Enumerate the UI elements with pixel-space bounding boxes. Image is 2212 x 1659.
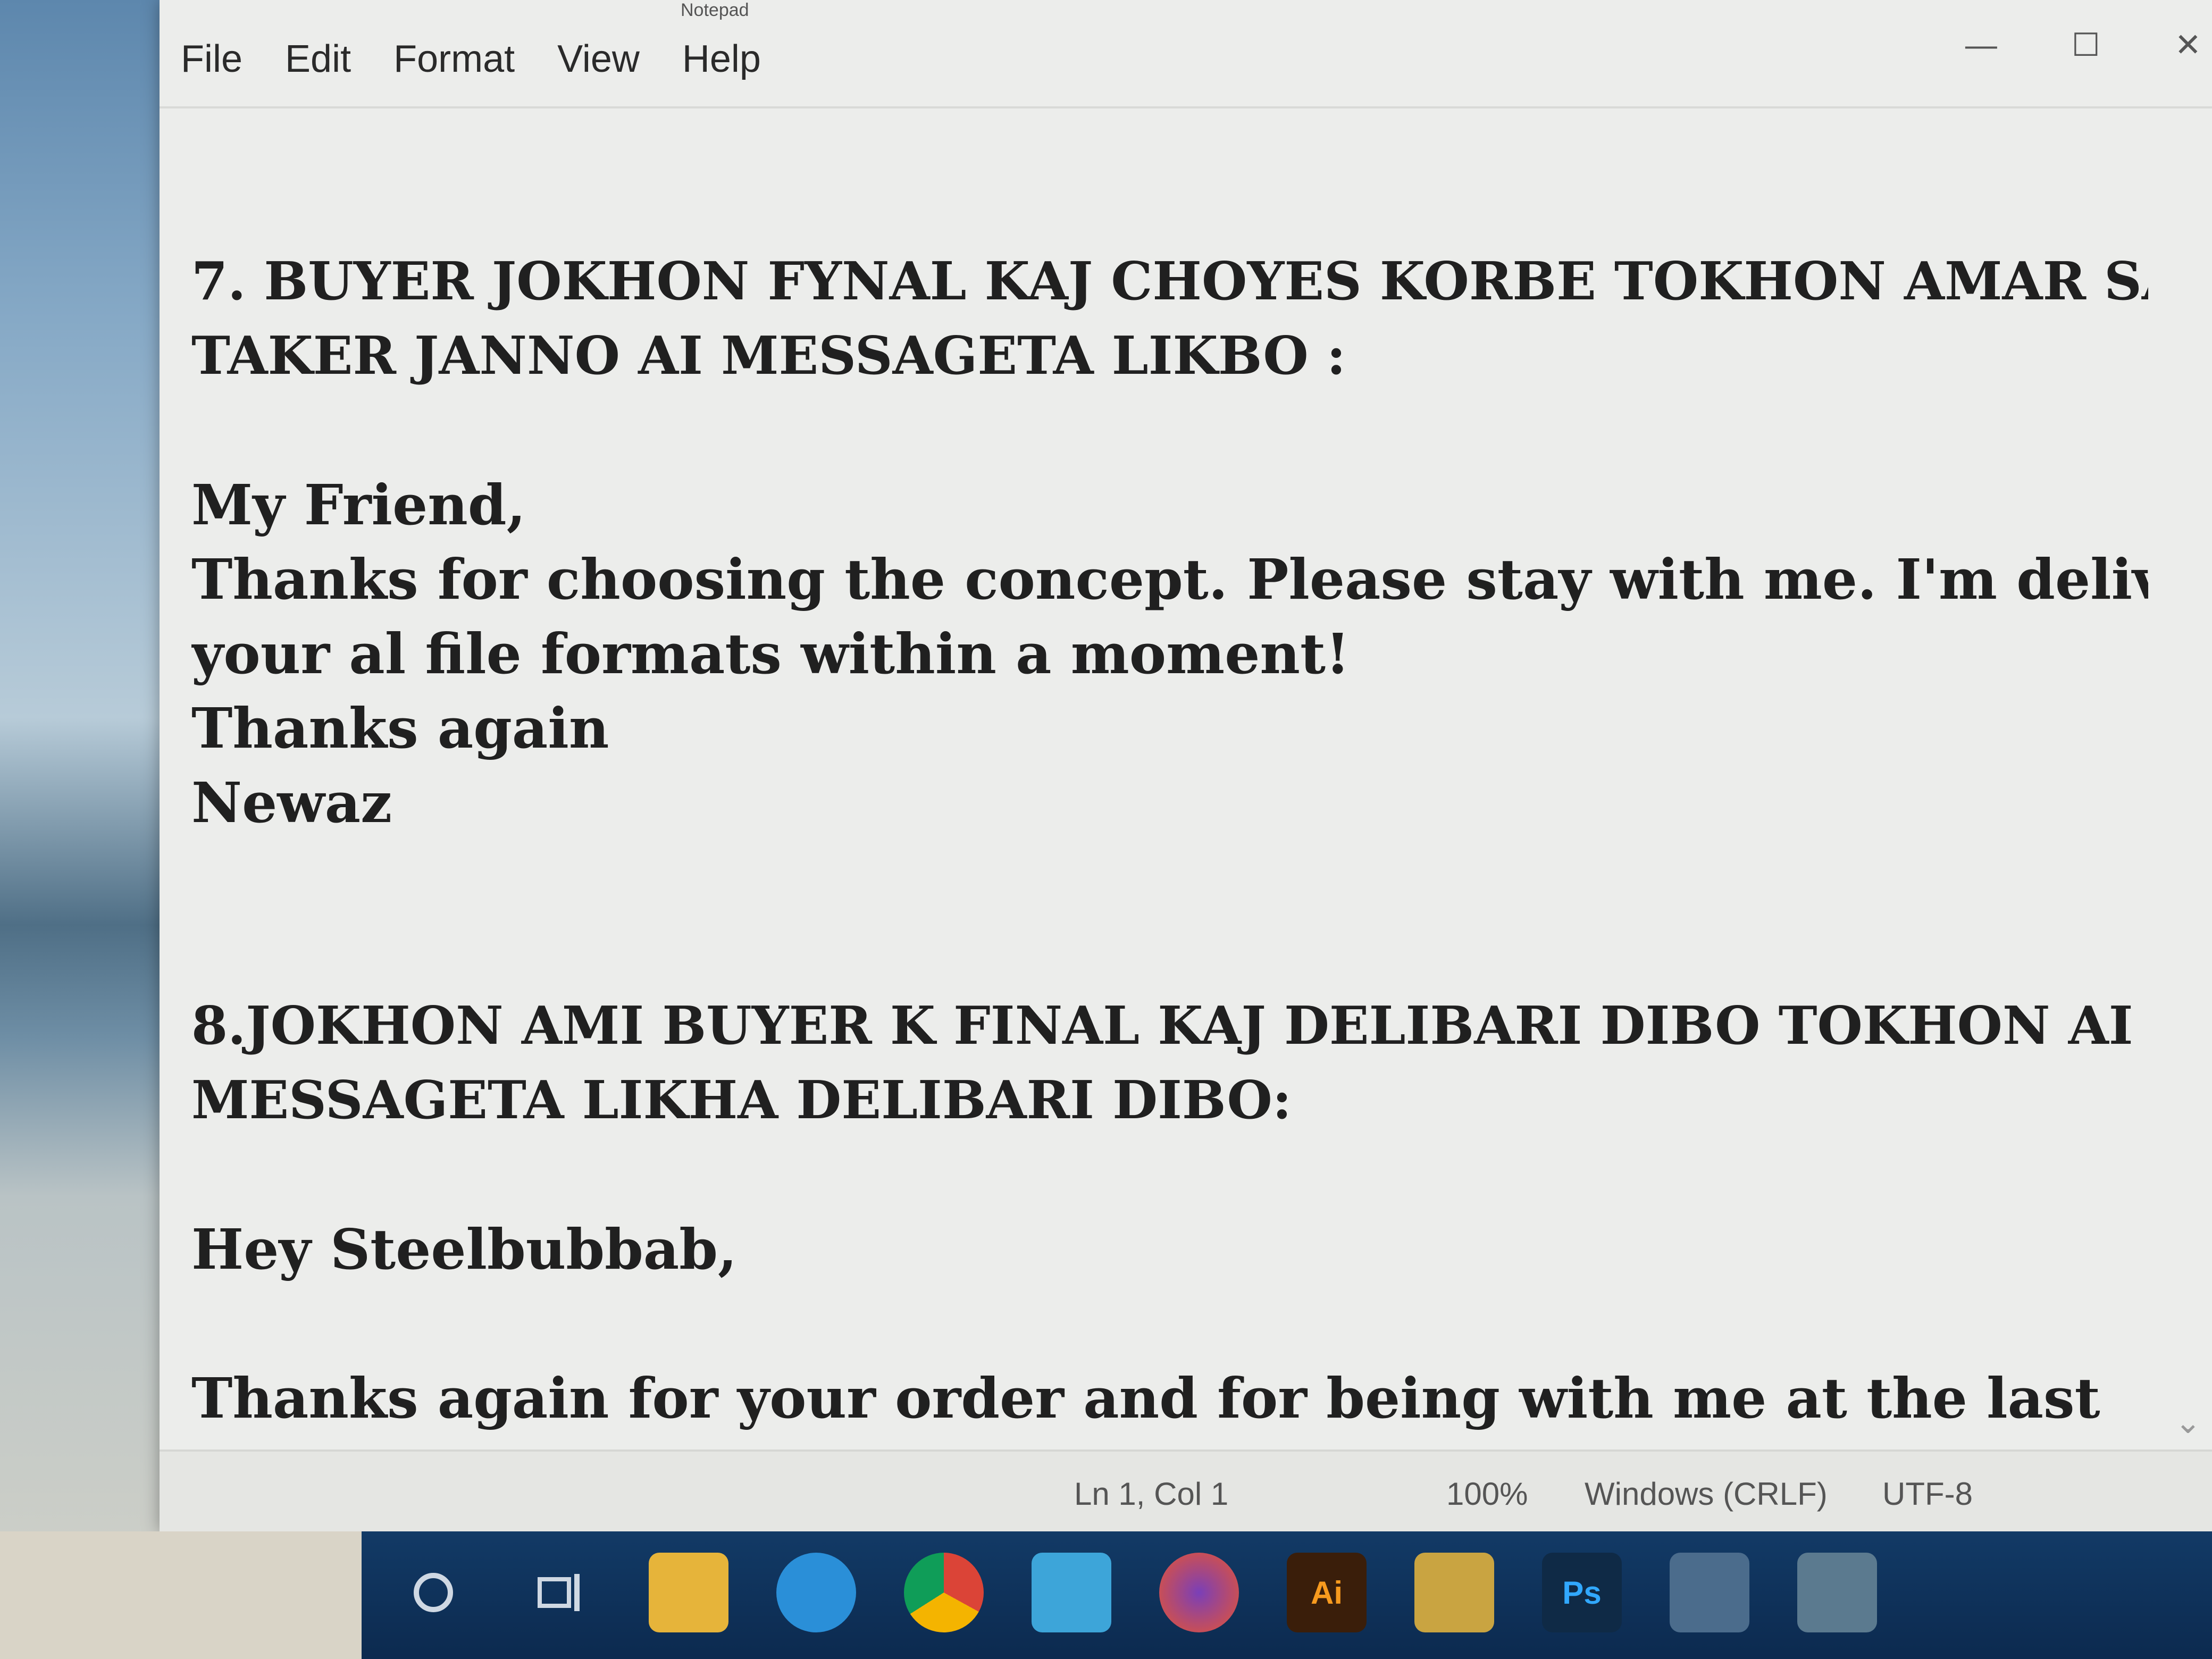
doc-line: Thanks for choosing the concept. Please …	[191, 547, 2148, 612]
minimize-icon[interactable]: —	[1965, 27, 1997, 64]
window-controls: — ☐ ✕	[1965, 27, 2201, 64]
maximize-icon[interactable]: ☐	[2072, 27, 2100, 64]
menu-bar: File Edit Format View Help	[181, 37, 761, 81]
store-icon[interactable]	[1414, 1553, 1494, 1632]
doc-line: Thanks again	[191, 696, 609, 761]
mail-icon[interactable]	[1032, 1553, 1111, 1632]
menu-view[interactable]: View	[557, 37, 640, 81]
doc-line: MESSAGETA LIKHA DELIBARI DIBO:	[191, 1070, 1292, 1131]
menu-format[interactable]: Format	[393, 37, 515, 81]
doc-line: Thanks again for your order and for bein…	[191, 1365, 2100, 1431]
photoshop-icon[interactable]: Ps	[1542, 1553, 1622, 1632]
line-ending: Windows (CRLF)	[1585, 1476, 1828, 1512]
encoding: UTF-8	[1882, 1476, 1973, 1512]
taskbar-icons: Ai Ps	[393, 1553, 1877, 1632]
menu-help[interactable]: Help	[682, 37, 761, 81]
menu-divider	[160, 106, 2212, 108]
app-icon-2[interactable]	[1797, 1553, 1877, 1632]
notepad-window: Notepad — ☐ ✕ File Edit Format View Help…	[160, 0, 2212, 1531]
zoom-level: 100%	[1446, 1476, 1528, 1512]
edge-icon[interactable]	[776, 1553, 856, 1632]
status-bar: Ln 1, Col 1 100% Windows (CRLF) UTF-8	[160, 1449, 2212, 1531]
title-bar: Notepad	[160, 0, 2212, 21]
illustrator-icon[interactable]: Ai	[1287, 1553, 1367, 1632]
doc-line: TAKER JANNO AI MESSAGETA LIKBO :	[191, 325, 1346, 387]
window-title: Notepad	[681, 0, 749, 20]
text-editor[interactable]: 7. BUYER JOKHON FYNAL KAJ CHOYES KORBE T…	[191, 245, 2148, 1452]
doc-line: Hey Steelbubbab,	[191, 1217, 738, 1282]
doc-line: your al file formats within a moment!	[191, 621, 1350, 686]
taskbar: Ai Ps	[0, 1531, 2212, 1659]
task-view-icon[interactable]	[521, 1553, 601, 1632]
file-explorer-icon[interactable]	[649, 1553, 728, 1632]
doc-line: 7. BUYER JOKHON FYNAL KAJ CHOYES KORBE T…	[191, 251, 2148, 312]
menu-file[interactable]: File	[181, 37, 242, 81]
app-icon[interactable]	[1670, 1553, 1749, 1632]
close-icon[interactable]: ✕	[2175, 27, 2201, 64]
doc-line: 8.JOKHON AMI BUYER K FINAL KAJ DELIBARI …	[191, 995, 2133, 1057]
doc-line: My Friend,	[191, 472, 526, 538]
taskbar-search-area	[0, 1531, 362, 1659]
firefox-icon[interactable]	[1159, 1553, 1239, 1632]
chrome-icon[interactable]	[904, 1553, 984, 1632]
scroll-down-icon[interactable]: ⌄	[2175, 1404, 2201, 1441]
menu-edit[interactable]: Edit	[285, 37, 351, 81]
doc-line: Newaz	[191, 770, 392, 835]
cursor-position: Ln 1, Col 1	[1074, 1476, 1229, 1512]
search-circle-icon[interactable]	[393, 1553, 473, 1632]
